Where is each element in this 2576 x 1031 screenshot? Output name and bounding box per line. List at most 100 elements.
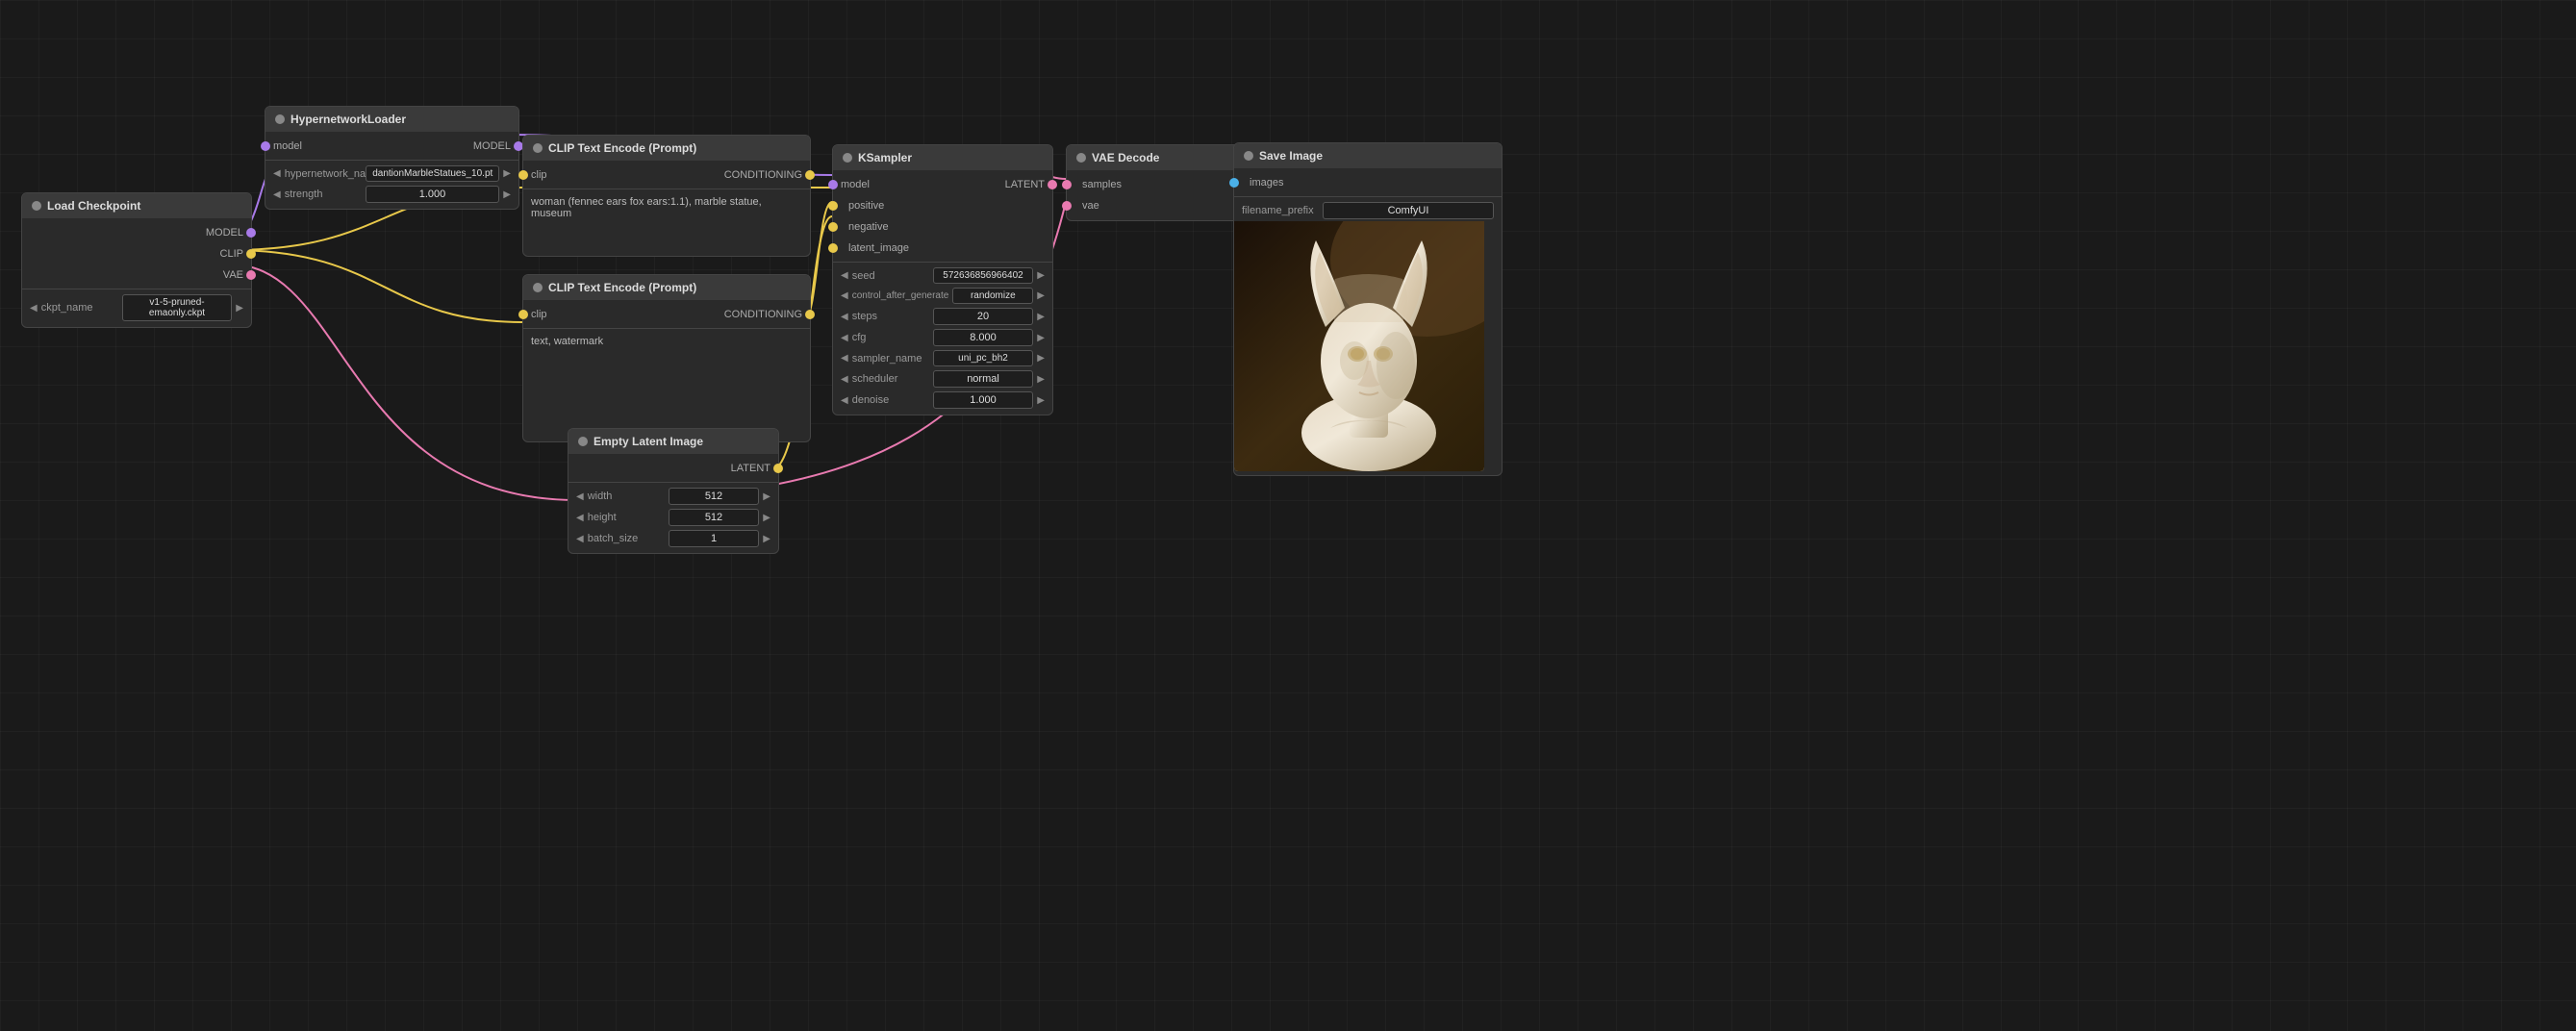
ksampler-latent-in-label: latent_image xyxy=(841,242,909,254)
scheduler-right[interactable]: ▶ xyxy=(1037,374,1045,385)
vae-output-port[interactable] xyxy=(246,270,256,280)
width-label: width xyxy=(588,490,665,502)
height-right[interactable]: ▶ xyxy=(763,513,770,523)
sampler-label: sampler_name xyxy=(852,353,929,365)
seed-left[interactable]: ◀ xyxy=(841,270,848,281)
batch-left[interactable]: ◀ xyxy=(576,534,584,544)
generated-image-display xyxy=(1234,221,1484,471)
empty-latent-title: Empty Latent Image xyxy=(593,435,703,448)
clip-neg-text[interactable]: text, watermark xyxy=(523,332,810,361)
vae-decode-vae-label: vae xyxy=(1074,200,1099,212)
ksampler-latent-port[interactable] xyxy=(1048,180,1057,189)
denoise-value[interactable]: 1.000 xyxy=(933,391,1034,409)
steps-value[interactable]: 20 xyxy=(933,308,1034,325)
load-checkpoint-model-output: MODEL xyxy=(22,222,251,243)
scheduler-left[interactable]: ◀ xyxy=(841,374,848,385)
clip-output-port[interactable] xyxy=(246,249,256,259)
filename-prefix-value[interactable]: ComfyUI xyxy=(1323,202,1494,219)
batch-right[interactable]: ▶ xyxy=(763,534,770,544)
ksampler-model-label: model xyxy=(841,179,870,190)
control-left[interactable]: ◀ xyxy=(841,290,848,301)
ksampler-negative-port[interactable] xyxy=(828,222,838,232)
vae-decode-samples-label: samples xyxy=(1074,179,1122,190)
sampler-right[interactable]: ▶ xyxy=(1037,353,1045,364)
hypernetwork-model-in-label: model xyxy=(273,140,302,152)
hyper-name-value[interactable]: dantionMarbleStatues_10.pt xyxy=(366,165,499,182)
control-right[interactable]: ▶ xyxy=(1037,290,1045,301)
vae-decode-vae-port[interactable] xyxy=(1062,201,1072,211)
hyper-name-label: hypernetwork_name xyxy=(285,168,363,180)
clip-pos-clip-port[interactable] xyxy=(518,170,528,180)
clip-neg-clip-row: clip CONDITIONING xyxy=(523,304,810,325)
clip-pos-cond-label: CONDITIONING xyxy=(724,169,802,181)
ksampler-model-port[interactable] xyxy=(828,180,838,189)
strength-right[interactable]: ▶ xyxy=(503,189,511,200)
seed-label: seed xyxy=(852,270,929,282)
batch-size-field: ◀ batch_size 1 ▶ xyxy=(568,528,778,549)
height-value[interactable]: 512 xyxy=(669,509,760,526)
hypernetwork-title: HypernetworkLoader xyxy=(290,113,406,126)
ckpt-left-arrow[interactable]: ◀ xyxy=(30,303,38,314)
width-value[interactable]: 512 xyxy=(669,488,760,505)
load-checkpoint-header: Load Checkpoint xyxy=(22,193,251,218)
sampler-left[interactable]: ◀ xyxy=(841,353,848,364)
strength-label: strength xyxy=(285,189,362,200)
load-checkpoint-vae-output: VAE xyxy=(22,264,251,286)
hyper-name-right[interactable]: ▶ xyxy=(503,168,511,179)
ckpt-label: ckpt_name xyxy=(41,302,118,314)
hypernetwork-name-field: ◀ hypernetwork_name dantionMarbleStatues… xyxy=(265,163,518,184)
hypernetwork-model-in-port[interactable] xyxy=(261,141,270,151)
clip-pos-cond-port[interactable] xyxy=(805,170,815,180)
clip-encode-neg-header: CLIP Text Encode (Prompt) xyxy=(523,275,810,300)
model-output-port[interactable] xyxy=(246,228,256,238)
strength-value[interactable]: 1.000 xyxy=(366,186,500,203)
ksampler-latent-in-port[interactable] xyxy=(828,243,838,253)
ckpt-value[interactable]: v1-5-pruned-emaonly.ckpt xyxy=(122,294,233,321)
cfg-value[interactable]: 8.000 xyxy=(933,329,1034,346)
ckpt-right-arrow[interactable]: ▶ xyxy=(236,303,243,314)
sampler-value[interactable]: uni_pc_bh2 xyxy=(933,350,1034,366)
clip-neg-cond-port[interactable] xyxy=(805,310,815,319)
height-field: ◀ height 512 ▶ xyxy=(568,507,778,528)
hyper-name-left[interactable]: ◀ xyxy=(273,168,281,179)
empty-latent-output-row: LATENT xyxy=(568,458,778,479)
seed-value[interactable]: 572636856966402 xyxy=(933,267,1034,284)
clip-pos-clip-row: clip CONDITIONING xyxy=(523,164,810,186)
ksampler-positive-row: positive xyxy=(833,195,1052,216)
ksampler-latent-label: LATENT xyxy=(1005,179,1045,190)
ksampler-title: KSampler xyxy=(858,151,912,164)
cfg-left[interactable]: ◀ xyxy=(841,333,848,343)
clip-pos-text[interactable]: woman (fennec ears fox ears:1.1), marble… xyxy=(523,192,810,223)
latent-out-port[interactable] xyxy=(773,464,783,473)
denoise-right[interactable]: ▶ xyxy=(1037,395,1045,406)
ksampler-model-row: model LATENT xyxy=(833,174,1052,195)
denoise-field: ◀ denoise 1.000 ▶ xyxy=(833,390,1052,411)
batch-value[interactable]: 1 xyxy=(669,530,760,547)
clip-encode-pos-header: CLIP Text Encode (Prompt) xyxy=(523,136,810,161)
width-left[interactable]: ◀ xyxy=(576,491,584,502)
ksampler-positive-port[interactable] xyxy=(828,201,838,211)
control-label: control_after_generate xyxy=(852,290,949,301)
seed-right[interactable]: ▶ xyxy=(1037,270,1045,281)
clip-neg-clip-port[interactable] xyxy=(518,310,528,319)
load-checkpoint-title: Load Checkpoint xyxy=(47,199,140,213)
latent-out-label: LATENT xyxy=(731,463,770,474)
width-right[interactable]: ▶ xyxy=(763,491,770,502)
filename-prefix-field: filename_prefix ComfyUI xyxy=(1234,200,1502,221)
ksampler-dot xyxy=(843,153,852,163)
model-output-label: MODEL xyxy=(206,227,243,239)
cfg-label: cfg xyxy=(852,332,929,343)
clip-output-label: CLIP xyxy=(220,248,243,260)
control-value[interactable]: randomize xyxy=(952,288,1033,304)
ksampler-negative-label: negative xyxy=(841,221,889,233)
denoise-left[interactable]: ◀ xyxy=(841,395,848,406)
height-left[interactable]: ◀ xyxy=(576,513,584,523)
ckpt-name-field: ◀ ckpt_name v1-5-pruned-emaonly.ckpt ▶ xyxy=(22,292,251,323)
vae-decode-samples-port[interactable] xyxy=(1062,180,1072,189)
cfg-right[interactable]: ▶ xyxy=(1037,333,1045,343)
strength-left[interactable]: ◀ xyxy=(273,189,281,200)
save-image-images-port[interactable] xyxy=(1229,178,1239,188)
steps-right[interactable]: ▶ xyxy=(1037,312,1045,322)
steps-left[interactable]: ◀ xyxy=(841,312,848,322)
scheduler-value[interactable]: normal xyxy=(933,370,1034,388)
